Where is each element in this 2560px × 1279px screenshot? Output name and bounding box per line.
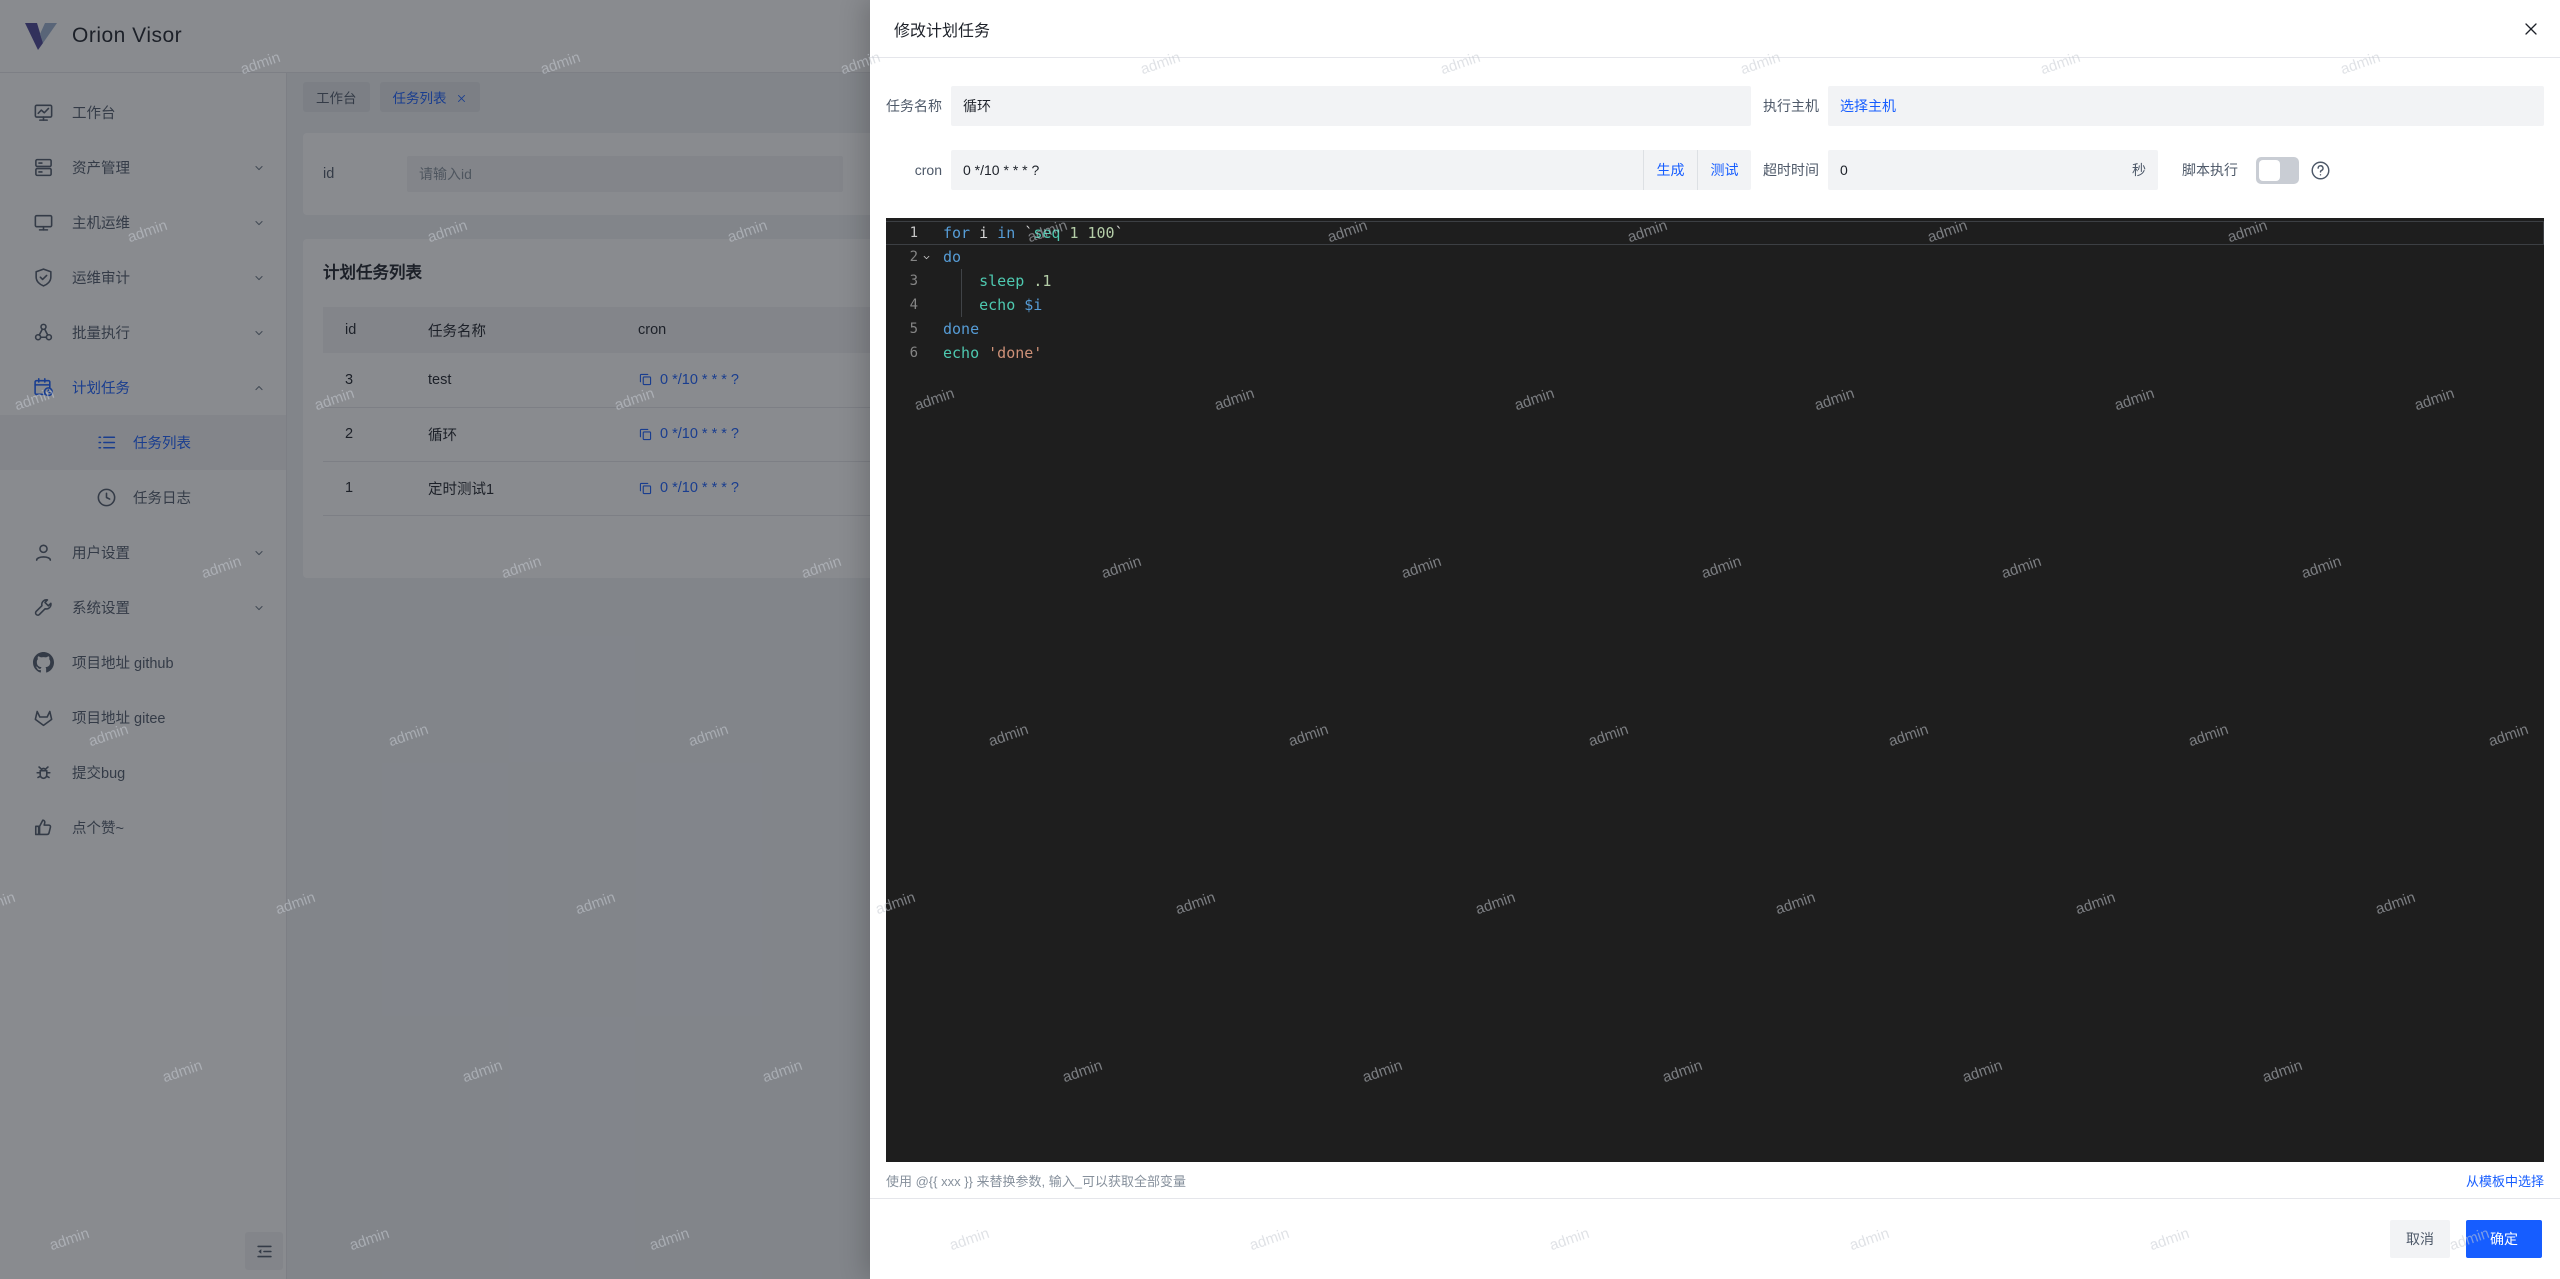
dialog-body: 任务名称 循环 执行主机 选择主机 cron 0 */10 * * * ? 生成 (870, 58, 2560, 1198)
toggle-knob (2259, 159, 2280, 181)
close-icon[interactable] (2523, 21, 2539, 37)
timeout-label: 超时时间 (1763, 162, 1819, 178)
cancel-button[interactable]: 取消 (2390, 1220, 2450, 1258)
cron-value: 0 */10 * * * ? (963, 162, 1040, 178)
param-hint-text: 使用 @{{ xxx }} 来替换参数, 输入_可以获取全部变量 (886, 1173, 1186, 1189)
task-name-label: 任务名称 (886, 98, 942, 114)
dialog-header: 修改计划任务 (870, 0, 2560, 58)
fold-gutter (918, 317, 935, 341)
editor-line-1: 1 for i in `seq 1 100` (886, 221, 2544, 245)
timeout-value: 0 (1840, 162, 1848, 178)
exec-host-field[interactable]: 选择主机 (1828, 86, 2544, 126)
editor-line-5: 5 done (886, 317, 2544, 341)
editor-line-4: 4 echo $i (886, 293, 2544, 317)
fold-gutter (918, 221, 935, 245)
code-text: echo $i (935, 293, 2544, 317)
generate-link: 生成 (1656, 162, 1685, 178)
script-code-editor[interactable]: 1 for i in `seq 1 100` 2 do 3 sleep .1 4 echo… (886, 218, 2544, 1162)
timeout-input[interactable]: 0 秒 (1828, 150, 2158, 190)
cron-label: cron (914, 162, 942, 178)
fold-gutter (918, 341, 935, 365)
editor-hint-row: 使用 @{{ xxx }} 来替换参数, 输入_可以获取全部变量 从模板中选择 (886, 1162, 2544, 1198)
script-exec-toggle[interactable] (2256, 156, 2299, 184)
select-from-template-link[interactable]: 从模板中选择 (2466, 1171, 2544, 1190)
fold-arrow-icon[interactable] (918, 245, 935, 269)
cron-generate-button[interactable]: 生成 (1643, 150, 1697, 190)
line-number: 3 (909, 273, 918, 289)
cron-test-button[interactable]: 测试 (1697, 150, 1751, 190)
line-number: 1 (909, 225, 918, 241)
script-exec-label: 脚本执行 (2182, 162, 2238, 178)
editor-line-6: 6 echo 'done' (886, 341, 2544, 365)
code-text: sleep .1 (935, 269, 2544, 293)
code-text: echo 'done' (943, 344, 1043, 362)
form-row-cron: cron 0 */10 * * * ? 生成 测试 超时时间 0 秒 脚本执行 (886, 150, 2544, 190)
task-name-input[interactable]: 循环 (951, 86, 1751, 126)
code-text: for i in `seq 1 100` (943, 224, 1124, 242)
test-link: 测试 (1710, 162, 1739, 178)
cron-input-group: 0 */10 * * * ? 生成 测试 (951, 150, 1751, 190)
line-number: 5 (909, 321, 918, 337)
code-text: do (943, 248, 962, 266)
help-icon[interactable] (2310, 160, 2331, 181)
app-page: Orion Visor 工作台资产管理主机运维运维审计批量执行计划任务任务列表任… (0, 0, 2560, 1279)
edit-task-dialog: 修改计划任务 任务名称 循环 执行主机 选择主机 cron 0 */10 * *… (870, 0, 2560, 1279)
line-number: 2 (909, 249, 918, 265)
fold-gutter (918, 293, 935, 317)
line-number: 6 (909, 345, 918, 361)
ok-button[interactable]: 确定 (2466, 1220, 2542, 1258)
form-row-name: 任务名称 循环 执行主机 选择主机 (886, 86, 2544, 126)
dialog-title: 修改计划任务 (894, 22, 991, 40)
select-host-link[interactable]: 选择主机 (1840, 96, 1896, 116)
editor-line-3: 3 sleep .1 (886, 269, 2544, 293)
code-text: done (943, 320, 980, 338)
timeout-unit: 秒 (2132, 162, 2146, 178)
task-name-value: 循环 (963, 98, 991, 114)
dialog-footer: 取消 确定 (870, 1198, 2560, 1279)
cron-input[interactable]: 0 */10 * * * ? (951, 150, 1643, 190)
line-number: 4 (909, 297, 918, 313)
fold-gutter (918, 269, 935, 293)
editor-line-2: 2 do (886, 245, 2544, 269)
exec-host-label: 执行主机 (1763, 98, 1819, 114)
